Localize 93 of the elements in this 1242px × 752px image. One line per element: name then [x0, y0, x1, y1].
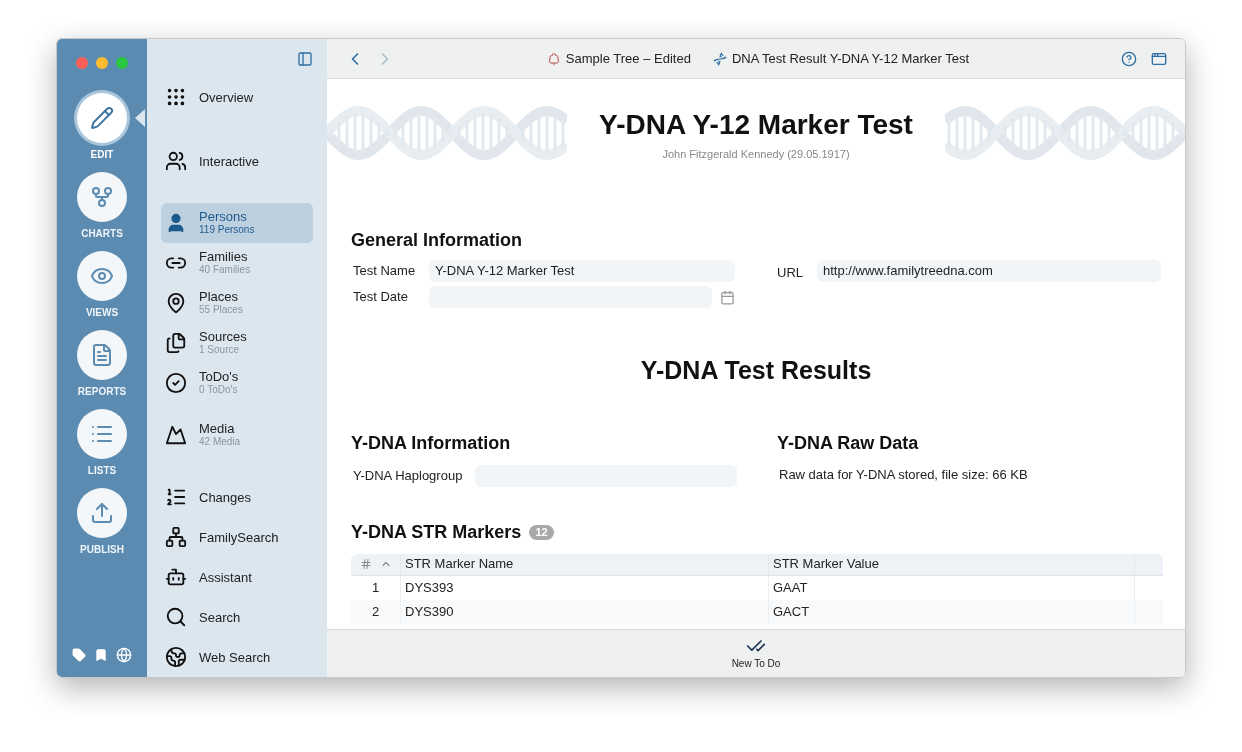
- mode-button[interactable]: [77, 251, 127, 301]
- upload-icon: [90, 501, 114, 525]
- section-heading: Y-DNA Information: [351, 431, 512, 455]
- sidebar-item-count: 40 Families: [199, 263, 251, 276]
- section-heading: General Information: [351, 229, 524, 252]
- calendar-icon[interactable]: [720, 289, 735, 305]
- list-icon: [165, 486, 187, 508]
- mode-label: EDIT: [90, 148, 114, 162]
- new-todo-button[interactable]: New To Do: [731, 636, 781, 671]
- field-label: Test Name: [353, 262, 417, 281]
- mode-button[interactable]: [77, 93, 127, 143]
- sidebar-item-label: Families: [199, 250, 249, 263]
- raw-data-text: Raw data for Y-DNA stored, file size: 66 KB: [779, 465, 1028, 484]
- mode-label: VIEWS: [85, 306, 119, 320]
- table-cell: 1: [351, 575, 401, 600]
- grid-icon: [165, 86, 187, 108]
- count-badge: 12: [529, 524, 554, 540]
- window-icon[interactable]: [1151, 50, 1167, 67]
- bookmark-icon[interactable]: [94, 648, 108, 662]
- sidebar-item-count: 42 Media: [199, 435, 241, 448]
- record-title: Y-DNA Y-12 Marker Test: [599, 107, 913, 142]
- mode-label: REPORTS: [77, 385, 127, 399]
- mode-button[interactable]: [77, 488, 127, 538]
- tree-icon: [165, 526, 187, 548]
- document-title: Sample Tree – Edited: [565, 49, 691, 68]
- page-title: DNA Test Result Y-DNA Y-12 Marker Test: [731, 49, 970, 68]
- sidebar-item[interactable]: Search: [161, 597, 313, 637]
- globe-icon[interactable]: [116, 647, 132, 663]
- hash-icon: [359, 558, 372, 570]
- chart-icon: [90, 185, 114, 209]
- sidebar-item[interactable]: Web Search: [161, 637, 313, 677]
- sidebar-item[interactable]: ToDo's 0 ToDo's: [161, 363, 313, 403]
- table-cell: DYS390: [401, 599, 769, 624]
- sidebar-item-label: Sources: [199, 330, 247, 343]
- sidebar-item-label: Web Search: [199, 650, 271, 664]
- sidebar-item-label: Interactive: [199, 154, 259, 168]
- pin-icon: [165, 292, 187, 314]
- mode-label: PUBLISH: [80, 543, 124, 557]
- section-heading: Y-DNA STR Markers: [351, 520, 522, 544]
- sidebar-item[interactable]: Assistant: [161, 557, 313, 597]
- sidebar-item[interactable]: Media 42 Media: [161, 415, 313, 455]
- field-label: Test Date: [353, 288, 409, 307]
- sidebar-item[interactable]: Persons 119 Persons: [161, 203, 313, 243]
- sidebar-item[interactable]: Sources 1 Source: [161, 323, 313, 363]
- column-header[interactable]: STR Marker Name: [401, 553, 769, 575]
- sidebar-item-label: Places: [199, 290, 240, 303]
- minimize-window-button[interactable]: [96, 57, 108, 69]
- mode-button[interactable]: [77, 172, 127, 222]
- table-cell: GACT: [769, 599, 1135, 624]
- sidebar-item-label: ToDo's: [199, 370, 239, 383]
- sidebar-item[interactable]: Families 40 Families: [161, 243, 313, 283]
- sidebar-item[interactable]: FamilySearch: [161, 517, 313, 557]
- sidebar-item-label: Assistant: [199, 570, 252, 584]
- check-circle-icon: [165, 372, 187, 394]
- sidebar-item[interactable]: Overview: [161, 77, 313, 117]
- mode-label: LISTS: [87, 464, 117, 478]
- field-label: URL: [777, 264, 801, 282]
- document-icon: [90, 343, 114, 367]
- sidebar-item-label: FamilySearch: [199, 530, 279, 544]
- table-cell: DYS393: [401, 575, 769, 600]
- sidebar-toggle-icon[interactable]: [297, 51, 313, 67]
- sidebar-item-count: 0 ToDo's: [199, 383, 239, 396]
- results-heading: Y-DNA Test Results: [639, 355, 873, 386]
- table-cell: 2: [351, 599, 401, 624]
- table-cell: GAAT: [769, 575, 1135, 600]
- sidebar-item-label: Search: [199, 610, 241, 624]
- field-label: Y-DNA Haplogroup: [353, 466, 464, 485]
- mode-label: CHARTS: [81, 227, 123, 241]
- sidebar-item-label: Persons: [199, 210, 248, 223]
- people-icon: [165, 150, 187, 172]
- text-field[interactable]: Y-DNA Y-12 Marker Test: [429, 260, 735, 282]
- tree-document-icon: [546, 51, 561, 66]
- section-heading: Y-DNA Raw Data: [777, 431, 920, 455]
- sidebar-item[interactable]: Changes: [161, 477, 313, 517]
- mountain-icon: [165, 424, 187, 446]
- column-header[interactable]: STR Marker Value: [769, 553, 1135, 575]
- pencil-icon: [90, 106, 114, 130]
- help-icon[interactable]: [1121, 50, 1137, 67]
- sidebar-item[interactable]: Places 55 Places: [161, 283, 313, 323]
- mode-button[interactable]: [77, 330, 127, 380]
- sidebar-item-count: 55 Places: [199, 303, 243, 316]
- sidebar-item-label: Overview: [199, 90, 254, 104]
- sidebar-item-label: Changes: [199, 490, 252, 504]
- search-icon: [165, 606, 187, 628]
- sidebar-item-label: Media: [199, 422, 236, 435]
- text-field[interactable]: http://www.familytreedna.com: [817, 260, 1161, 282]
- sidebar-item-count: 1 Source: [199, 343, 241, 356]
- documents-icon: [165, 332, 187, 354]
- mode-button[interactable]: [77, 409, 127, 459]
- sidebar-item[interactable]: Interactive: [161, 141, 313, 181]
- sidebar-item-count: 119 Persons: [199, 223, 255, 236]
- record-subtitle: John Fitzgerald Kennedy (29.05.1917): [662, 146, 850, 162]
- tag-icon[interactable]: [72, 648, 86, 662]
